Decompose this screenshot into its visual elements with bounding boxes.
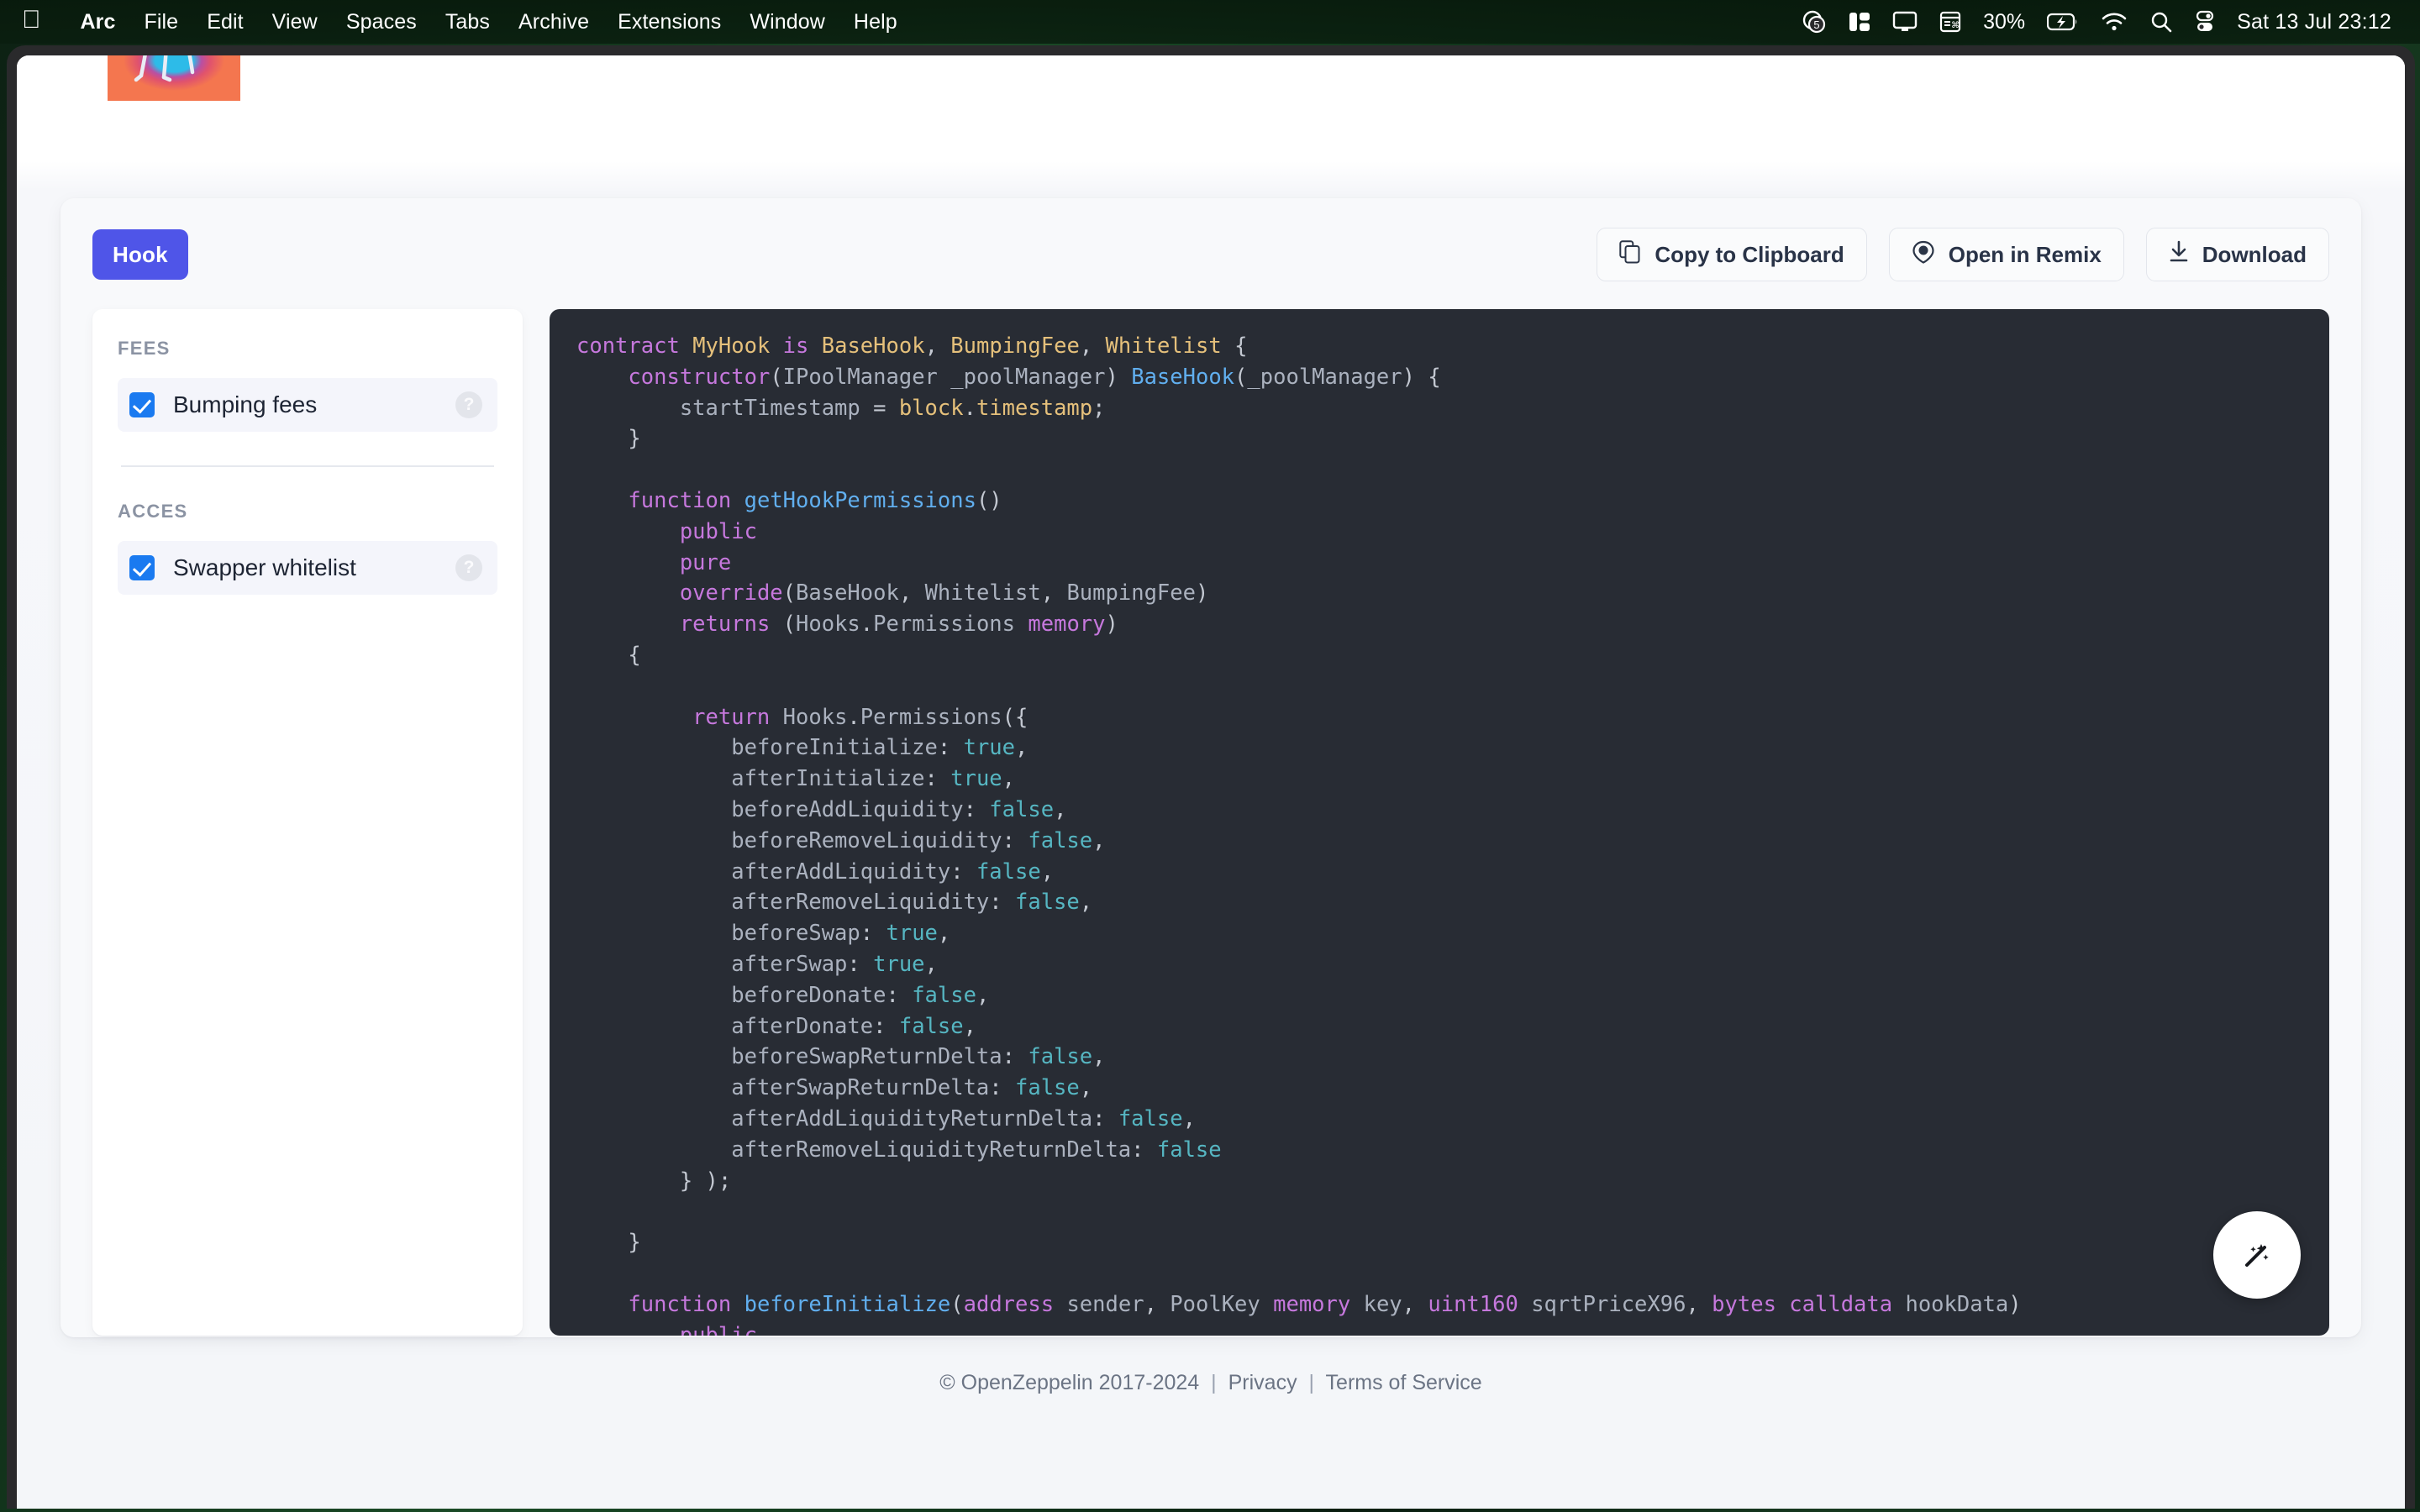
menu-bar-status-area: 5 ⌘ 30% Sat 13 Jul 23:12 — [1802, 7, 2398, 37]
display-icon[interactable] — [1892, 7, 1918, 37]
magic-wand-icon — [2238, 1235, 2276, 1276]
menu-item-archive[interactable]: Archive — [504, 10, 603, 34]
browser-window-frame: Hook Copy to Clipboard Open in Remix Dow… — [7, 45, 2415, 1509]
remix-icon — [1912, 240, 1935, 270]
download-label: Download — [2202, 241, 2307, 267]
copy-to-clipboard-button[interactable]: Copy to Clipboard — [1597, 228, 1867, 281]
download-icon — [2169, 240, 2189, 270]
site-logo-image — [108, 55, 240, 101]
search-icon[interactable] — [2149, 7, 2173, 37]
browser-viewport: Hook Copy to Clipboard Open in Remix Dow… — [17, 55, 2405, 1509]
shortcuts-icon[interactable]: ⌘ — [1939, 7, 1961, 37]
footer-privacy-link[interactable]: Privacy — [1228, 1371, 1297, 1394]
control-center-icon[interactable] — [2195, 7, 2215, 37]
svg-text:5: 5 — [1813, 18, 1819, 31]
open-in-remix-button[interactable]: Open in Remix — [1888, 228, 2124, 281]
menu-item-spaces[interactable]: Spaces — [332, 10, 431, 34]
option-label-swapper-whitelist: Swapper whitelist — [173, 554, 356, 580]
menu-item-view[interactable]: View — [258, 10, 332, 34]
footer-terms-link[interactable]: Terms of Service — [1326, 1371, 1482, 1394]
footer-separator-1: | — [1211, 1371, 1217, 1394]
help-icon-swapper-whitelist[interactable]: ? — [455, 554, 482, 581]
sidebar-divider — [121, 465, 494, 467]
menu-item-tabs[interactable]: Tabs — [431, 10, 504, 34]
footer-separator-2: | — [1308, 1371, 1315, 1394]
site-header — [17, 55, 2405, 161]
cleanshot-icon[interactable]: 5 — [1802, 7, 1827, 37]
content-row: FEES Bumping fees ? ACCES Swapper whitel… — [92, 309, 2329, 1336]
hook-tab-button[interactable]: Hook — [92, 229, 188, 280]
option-bumping-fees[interactable]: Bumping fees ? — [118, 378, 497, 432]
copy-icon — [1619, 239, 1641, 270]
menu-item-arc[interactable]: Arc — [66, 10, 130, 34]
menu-item-help[interactable]: Help — [839, 10, 912, 34]
sidebar-group-title-acces: ACCES — [118, 500, 188, 522]
menu-item-window[interactable]: Window — [735, 10, 839, 34]
page-footer: © OpenZeppelin 2017-2024 | Privacy | Ter… — [60, 1371, 2361, 1395]
svg-text:⌘: ⌘ — [1951, 21, 1960, 30]
menu-bar-clock[interactable]: Sat 13 Jul 23:12 — [2237, 10, 2391, 34]
menu-item-file[interactable]: File — [130, 10, 193, 34]
wifi-icon[interactable] — [2101, 7, 2128, 37]
copy-to-clipboard-label: Copy to Clipboard — [1655, 241, 1844, 267]
checkbox-swapper-whitelist[interactable] — [129, 554, 155, 580]
help-icon-bumping-fees[interactable]: ? — [455, 391, 482, 418]
sidebar-group-title-fees: FEES — [118, 338, 171, 359]
menu-item-extensions[interactable]: Extensions — [603, 10, 735, 34]
card-toolbar: Hook Copy to Clipboard Open in Remix Dow… — [92, 228, 2329, 281]
toolbar-actions: Copy to Clipboard Open in Remix Download — [1597, 228, 2329, 281]
checkbox-bumping-fees[interactable] — [129, 392, 155, 417]
open-in-remix-label: Open in Remix — [1948, 241, 2102, 267]
option-label-bumping-fees: Bumping fees — [173, 391, 318, 417]
page-body: Hook Copy to Clipboard Open in Remix Dow… — [17, 161, 2405, 1509]
apple-logo-icon[interactable]:  — [22, 8, 41, 33]
battery-icon[interactable] — [2047, 7, 2079, 37]
magic-wand-fab-button[interactable] — [2213, 1211, 2301, 1299]
download-button[interactable]: Download — [2145, 228, 2329, 281]
main-card: Hook Copy to Clipboard Open in Remix Dow… — [60, 198, 2361, 1337]
macos-menu-bar:  Arc File Edit View Spaces Tabs Archive… — [0, 0, 2420, 44]
menu-item-edit[interactable]: Edit — [192, 10, 257, 34]
footer-copyright: © OpenZeppelin 2017-2024 — [939, 1371, 1200, 1394]
solidity-source-code: contract MyHook is BaseHook, BumpingFee,… — [576, 333, 2022, 1336]
options-sidebar: FEES Bumping fees ? ACCES Swapper whitel… — [92, 309, 523, 1336]
split-view-icon[interactable] — [1849, 7, 1870, 37]
battery-percentage: 30% — [1983, 9, 2026, 34]
code-preview-panel[interactable]: contract MyHook is BaseHook, BumpingFee,… — [550, 309, 2329, 1336]
option-swapper-whitelist[interactable]: Swapper whitelist ? — [118, 540, 497, 595]
